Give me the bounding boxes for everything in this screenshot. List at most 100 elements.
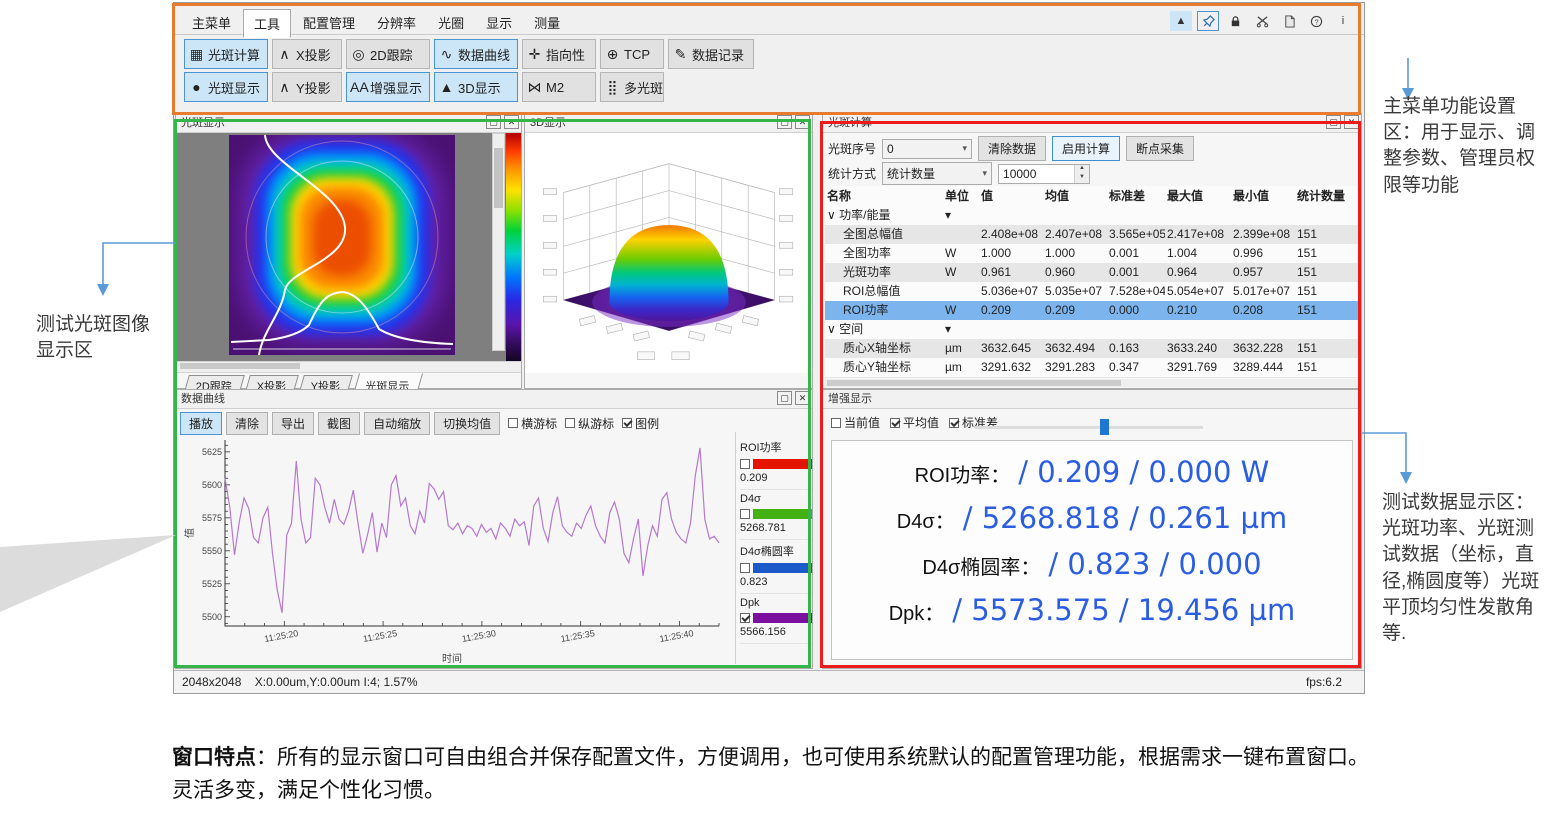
toolbar-button-2d-tracking[interactable]: ◎2D跟踪 [346, 39, 430, 69]
menu-item-tools[interactable]: 工具 [243, 9, 291, 38]
menu-item-measure[interactable]: 测量 [524, 9, 570, 38]
toolbar-button-3d-display[interactable]: ▲3D显示 [434, 72, 518, 102]
collapse-icon[interactable]: ▲ [1170, 11, 1192, 31]
checkbox-box-h-cursor[interactable] [508, 418, 518, 428]
enable-calc-button[interactable]: 启用计算 [1052, 136, 1120, 161]
table-group-row[interactable]: ∨ 功率/能量▾ [825, 206, 1359, 225]
legend-checkbox-d4sigma[interactable] [740, 509, 750, 519]
table-row[interactable]: ROI总幅值5.036e+075.035e+077.528e+045.054e+… [825, 282, 1359, 301]
checkbox-label: 图例 [635, 415, 659, 432]
toolbar-button-enhanced-display[interactable]: AA增强显示 [346, 72, 430, 102]
checkbox-v-cursor[interactable]: 纵游标 [565, 415, 614, 432]
table-row[interactable]: 质心Y轴坐标µm3291.6323291.2830.3473291.769328… [825, 358, 1359, 377]
toolbar-button-spot-calc[interactable]: ▦光斑计算 [184, 39, 268, 69]
table-row[interactable]: 全图功率W1.0001.0000.0011.0040.996151 [825, 244, 1359, 263]
font-size-slider[interactable] [975, 426, 1203, 429]
legend-checkbox-dpk[interactable] [740, 613, 750, 623]
toolbar-button-m2[interactable]: ⋈M2 [522, 72, 596, 102]
checkbox-box-std-dev[interactable] [949, 418, 959, 428]
clear-button[interactable]: 清除 [226, 412, 268, 435]
toolbar-button-data-record[interactable]: ✎数据记录 [668, 39, 754, 69]
cut-icon[interactable] [1251, 11, 1273, 31]
table-row[interactable]: 全图总幅值2.408e+082.407e+083.565e+052.417e+0… [825, 225, 1359, 244]
row-cell: 3289.444 [1231, 358, 1295, 377]
checkbox-h-cursor[interactable]: 横游标 [508, 415, 557, 432]
float-icon[interactable]: ▢ [777, 115, 792, 129]
stat-mode-select[interactable]: 统计数量▾ [882, 162, 992, 185]
checkbox-mean-value[interactable]: 平均值 [890, 414, 939, 431]
spot-index-select[interactable]: 0▾ [882, 139, 972, 159]
save-file-icon[interactable] [1278, 11, 1300, 31]
table-horizontal-scrollbar[interactable] [825, 379, 1359, 387]
menu-item-config-management[interactable]: 配置管理 [293, 9, 365, 38]
table-row[interactable]: 光斑功率W0.9610.9600.0010.9640.957151 [825, 263, 1359, 282]
toolbar-button-multi-spot[interactable]: ⣿多光斑 [600, 72, 664, 102]
checkbox-box-legend[interactable] [622, 418, 632, 428]
breakpoint-capture-button[interactable]: 断点采集 [1126, 136, 1194, 161]
slider-handle[interactable] [1100, 419, 1109, 435]
stat-count-spinner[interactable]: 10000 ▲▼ [998, 164, 1090, 184]
lock-icon[interactable] [1224, 11, 1246, 31]
help-icon[interactable]: ? [1305, 11, 1327, 31]
row-cell: 5753.310 [1231, 377, 1295, 378]
legend-label: D4σ椭圆率 [740, 543, 812, 559]
float-icon[interactable]: ▢ [777, 391, 792, 405]
checkbox-current-value[interactable]: 当前值 [831, 414, 880, 431]
beam-spot-image[interactable] [229, 135, 455, 355]
export-button[interactable]: 导出 [272, 412, 314, 435]
close-icon[interactable]: ✕ [795, 115, 810, 129]
empty-cell [1165, 320, 1231, 339]
checkbox-box-mean-value[interactable] [890, 418, 900, 428]
toolbar-button-spot-display[interactable]: ●光斑显示 [184, 72, 268, 102]
spot-panel-title-text: 光斑显示 [181, 117, 225, 129]
auto-scale-button[interactable]: 自动缩放 [364, 412, 430, 435]
screenshot-button[interactable]: 截图 [318, 412, 360, 435]
toggle-mean-button[interactable]: 切换均值 [434, 412, 500, 435]
menu-item-resolution[interactable]: 分辨率 [367, 9, 426, 38]
curve-panel-title-text: 数据曲线 [181, 393, 225, 405]
menu-item-aperture[interactable]: 光圈 [428, 9, 474, 38]
menu-item-main-menu[interactable]: 主菜单 [182, 9, 241, 38]
row-cell: 5.036e+07 [979, 282, 1043, 301]
close-icon[interactable]: ✕ [795, 391, 810, 405]
toolbar-button-y-projection[interactable]: ∧Y投影 [272, 72, 342, 102]
toolbar-button-pointing[interactable]: ✛指向性 [522, 39, 596, 69]
app-window: 主菜单工具配置管理分辨率光圈显示测量 ▦光斑计算∧X投影◎2D跟踪∿数据曲线✛指… [173, 2, 1365, 694]
float-icon[interactable]: ▢ [486, 115, 501, 129]
row-cell: 0.000 [1107, 301, 1165, 320]
info-icon[interactable]: i [1332, 11, 1354, 31]
toolbar-button-data-curve[interactable]: ∿数据曲线 [434, 39, 518, 69]
table-row[interactable]: ROI功率W0.2090.2090.0000.2100.208151 [825, 301, 1359, 320]
enhanced-options: 当前值平均值标准差 [831, 414, 998, 431]
pin-icon[interactable] [1197, 11, 1219, 31]
toolbar-button-label: 数据记录 [692, 45, 744, 64]
table-row[interactable]: D4σXµm5754.7115754.1760.4015755.1075753.… [825, 377, 1359, 378]
close-icon[interactable]: ✕ [1344, 115, 1359, 129]
table-group-row[interactable]: ∨ 空间▾ [825, 320, 1359, 339]
legend-checkbox-d4sigma-ellipticity[interactable] [740, 563, 750, 573]
caption-bold: 窗口特点 [172, 746, 256, 769]
beam-horizontal-scrollbar[interactable] [176, 361, 521, 373]
legend-checkbox-roi-power[interactable] [740, 459, 750, 469]
checkbox-box-current-value[interactable] [831, 418, 841, 428]
menu-item-display[interactable]: 显示 [476, 9, 522, 38]
toolbar-button-tcp[interactable]: ⊕TCP [600, 39, 664, 69]
toolbar-button-x-projection[interactable]: ∧X投影 [272, 39, 342, 69]
float-icon[interactable]: ▢ [1326, 115, 1341, 129]
3d-surface-plot[interactable] [525, 133, 812, 373]
empty-cell [1043, 320, 1107, 339]
clear-data-button[interactable]: 清除数据 [978, 136, 1046, 161]
time-series-chart[interactable]: 55005525555055755600562511:25:2011:25:25… [179, 434, 735, 671]
group-name: ∨ 功率/能量 [825, 206, 943, 225]
beam-vertical-scrollbar[interactable] [492, 133, 505, 351]
play-button[interactable]: 播放 [180, 412, 222, 435]
svg-text:5625: 5625 [202, 447, 222, 457]
close-icon[interactable]: ✕ [504, 115, 519, 129]
table-header-row: 名称单位值均值标准差最大值最小值统计数量 [825, 186, 1359, 206]
checkbox-legend[interactable]: 图例 [622, 415, 659, 432]
checkbox-box-v-cursor[interactable] [565, 418, 575, 428]
group-name: ∨ 空间 [825, 320, 943, 339]
toolbar-button-label: 多光斑 [624, 78, 663, 97]
table-header-cell: 均值 [1043, 186, 1107, 206]
table-row[interactable]: 质心X轴坐标µm3632.6453632.4940.1633633.240363… [825, 339, 1359, 358]
